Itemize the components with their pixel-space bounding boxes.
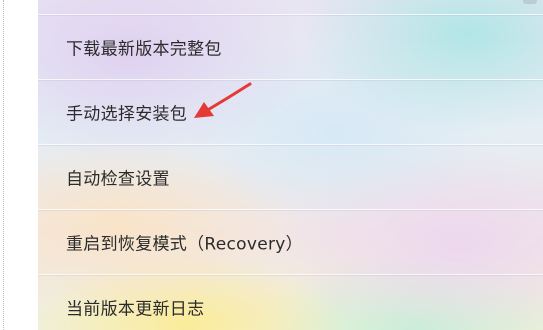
menu-item-label: 当前版本更新日志	[66, 299, 205, 320]
menu-item-label: 下载最新版本完整包	[66, 39, 222, 60]
menu-item-auto-check-settings[interactable]: 自动检查设置	[38, 145, 543, 209]
menu-item-label: 重启到恢复模式（Recovery）	[66, 234, 303, 255]
menu-item-download-full-package[interactable]: 下载最新版本完整包	[38, 15, 543, 79]
menu-item-label: 手动选择安装包	[66, 104, 188, 125]
menu-item-select-package-manually[interactable]: 手动选择安装包	[38, 80, 543, 144]
page-edge-border	[3, 0, 4, 330]
screenshot-frame: 下载最新版本完整包 手动选择安装包 自动检查设置 重启到恢复模式（Recover…	[0, 0, 543, 330]
menu-item-changelog[interactable]: 当前版本更新日志	[38, 275, 543, 330]
toggle-edge-icon	[523, 0, 537, 4]
menu-item-reboot-recovery[interactable]: 重启到恢复模式（Recovery）	[38, 210, 543, 274]
previous-item-partial	[38, 0, 543, 14]
menu-item-label: 自动检查设置	[66, 169, 170, 190]
update-menu-screen: 下载最新版本完整包 手动选择安装包 自动检查设置 重启到恢复模式（Recover…	[38, 0, 543, 330]
